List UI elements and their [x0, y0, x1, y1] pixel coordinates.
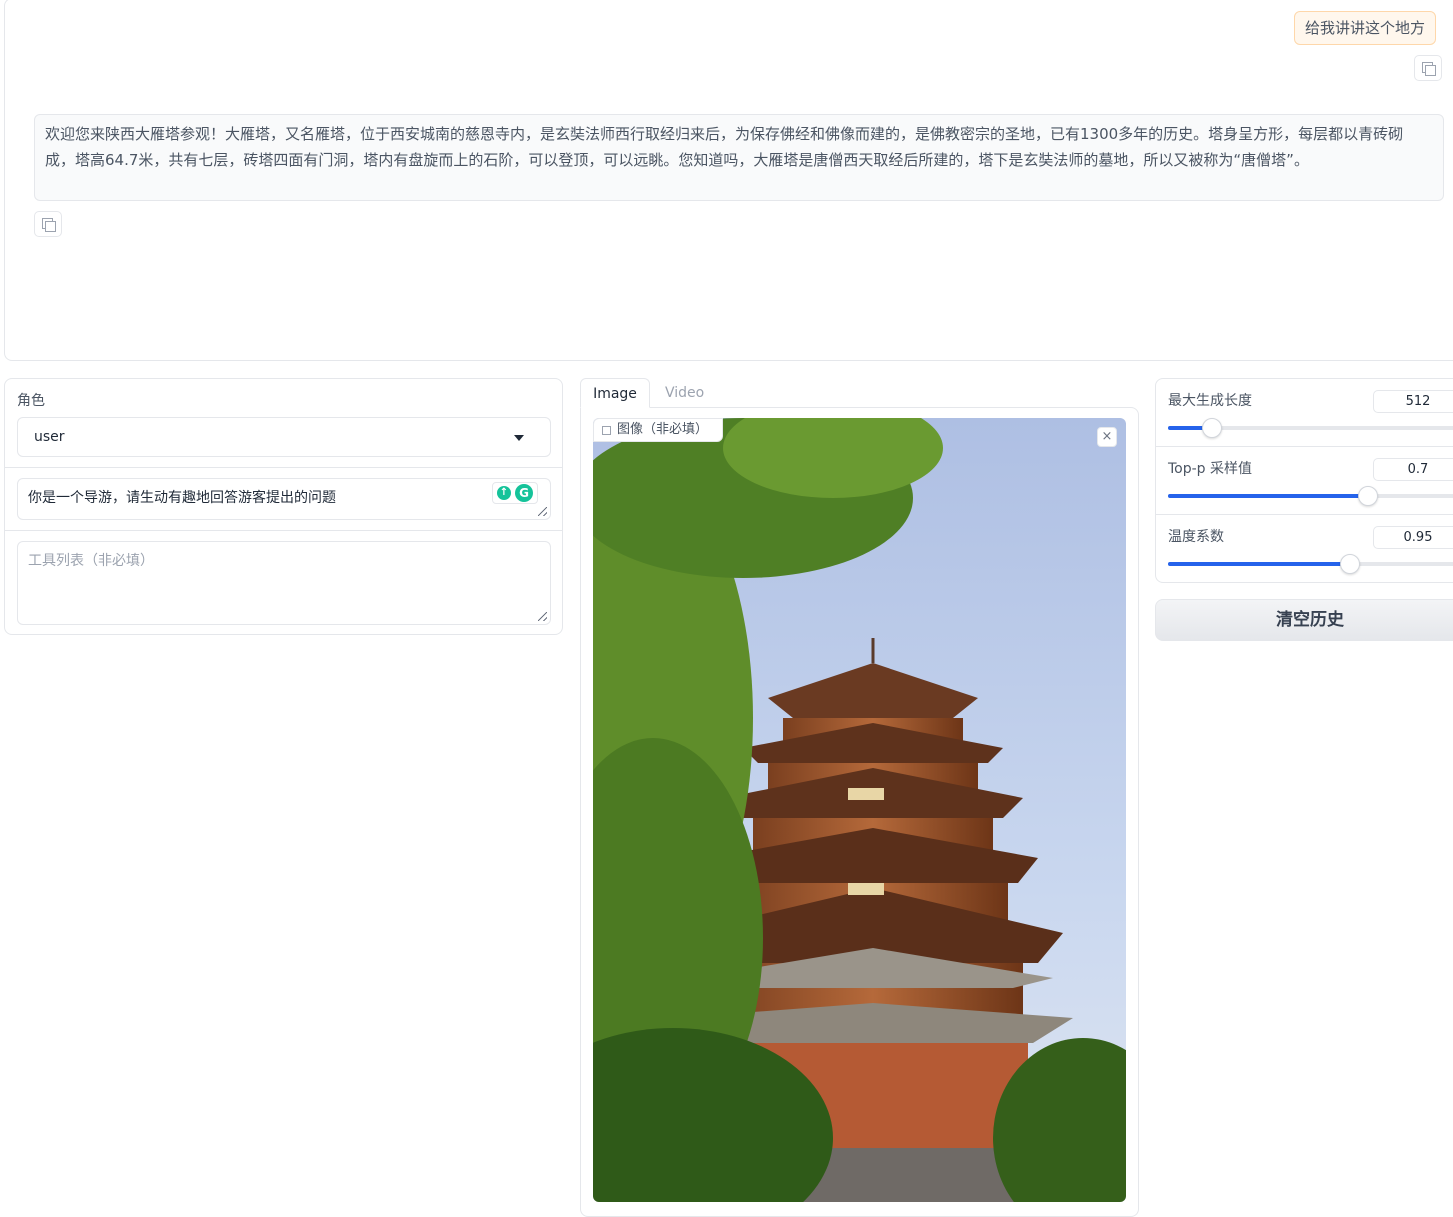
caret-down-icon [514, 435, 524, 441]
divider [5, 530, 562, 531]
max-length-label: 最大生成长度 [1168, 393, 1252, 409]
temperature-input[interactable]: 0.95 [1373, 526, 1453, 549]
image-label: 图像（非必填） [593, 418, 724, 442]
slider-thumb[interactable] [1358, 486, 1378, 506]
input-panel: 角色 user 你是一个导游，请生动有趣地回答游客提出的问题 ↑ G 工具列表（… [4, 378, 563, 635]
tab-video[interactable]: Video [665, 378, 704, 408]
grammarly-assist-icon: ↑ [497, 486, 511, 500]
tools-placeholder: 工具列表（非必填） [28, 553, 154, 569]
max-length-input[interactable]: 512 [1373, 390, 1453, 413]
close-icon[interactable]: × [1097, 427, 1117, 447]
tools-input[interactable]: 工具列表（非必填） [17, 541, 551, 625]
role-label: 角色 [17, 393, 45, 409]
copy-user-message-button[interactable] [1414, 55, 1442, 81]
temperature-label: 温度系数 [1168, 529, 1224, 545]
slider-fill [1168, 562, 1350, 566]
parameters-panel: 最大生成长度 512 Top-p 采样值 0.7 温度系数 0.95 [1155, 378, 1453, 583]
temperature-slider-row: 温度系数 0.95 [1156, 515, 1453, 583]
slider-fill [1168, 494, 1368, 498]
slider-thumb[interactable] [1340, 554, 1360, 574]
uploaded-image [593, 418, 1126, 1202]
top-p-slider-row: Top-p 采样值 0.7 [1156, 447, 1453, 515]
copy-bot-message-button[interactable] [34, 211, 62, 237]
grammarly-widget[interactable]: ↑ G [492, 482, 538, 504]
system-prompt-text: 你是一个导游，请生动有趣地回答游客提出的问题 [28, 490, 336, 506]
resize-handle-icon[interactable] [538, 612, 547, 621]
role-dropdown[interactable]: user [17, 417, 551, 457]
tab-image[interactable]: Image [580, 378, 650, 408]
clear-history-button[interactable]: 清空历史 [1155, 599, 1453, 641]
pagoda-photo [593, 418, 1126, 1202]
top-p-label: Top-p 采样值 [1168, 461, 1253, 477]
system-prompt-input[interactable]: 你是一个导游，请生动有趣地回答游客提出的问题 ↑ G [17, 478, 551, 520]
divider [5, 467, 562, 468]
image-label-text: 图像（非必填） [617, 422, 709, 437]
copy-icon [1422, 62, 1436, 76]
top-p-input[interactable]: 0.7 [1373, 458, 1453, 481]
max-length-slider-row: 最大生成长度 512 [1156, 379, 1453, 447]
role-value: user [34, 429, 65, 445]
temperature-slider[interactable] [1168, 554, 1453, 574]
slider-thumb[interactable] [1202, 418, 1222, 438]
grammarly-icon: G [515, 484, 533, 502]
resize-handle-icon[interactable] [538, 507, 547, 516]
max-length-slider[interactable] [1168, 418, 1453, 438]
user-message: 给我讲讲这个地方 [1294, 11, 1437, 45]
copy-icon [42, 218, 56, 232]
top-p-slider[interactable] [1168, 486, 1453, 506]
image-icon [602, 425, 611, 435]
bot-message: 欢迎您来陕西大雁塔参观！大雁塔，又名雁塔，位于西安城南的慈恩寺内，是玄奘法师西行… [34, 114, 1444, 201]
media-tabs: Image Video [580, 378, 1140, 408]
